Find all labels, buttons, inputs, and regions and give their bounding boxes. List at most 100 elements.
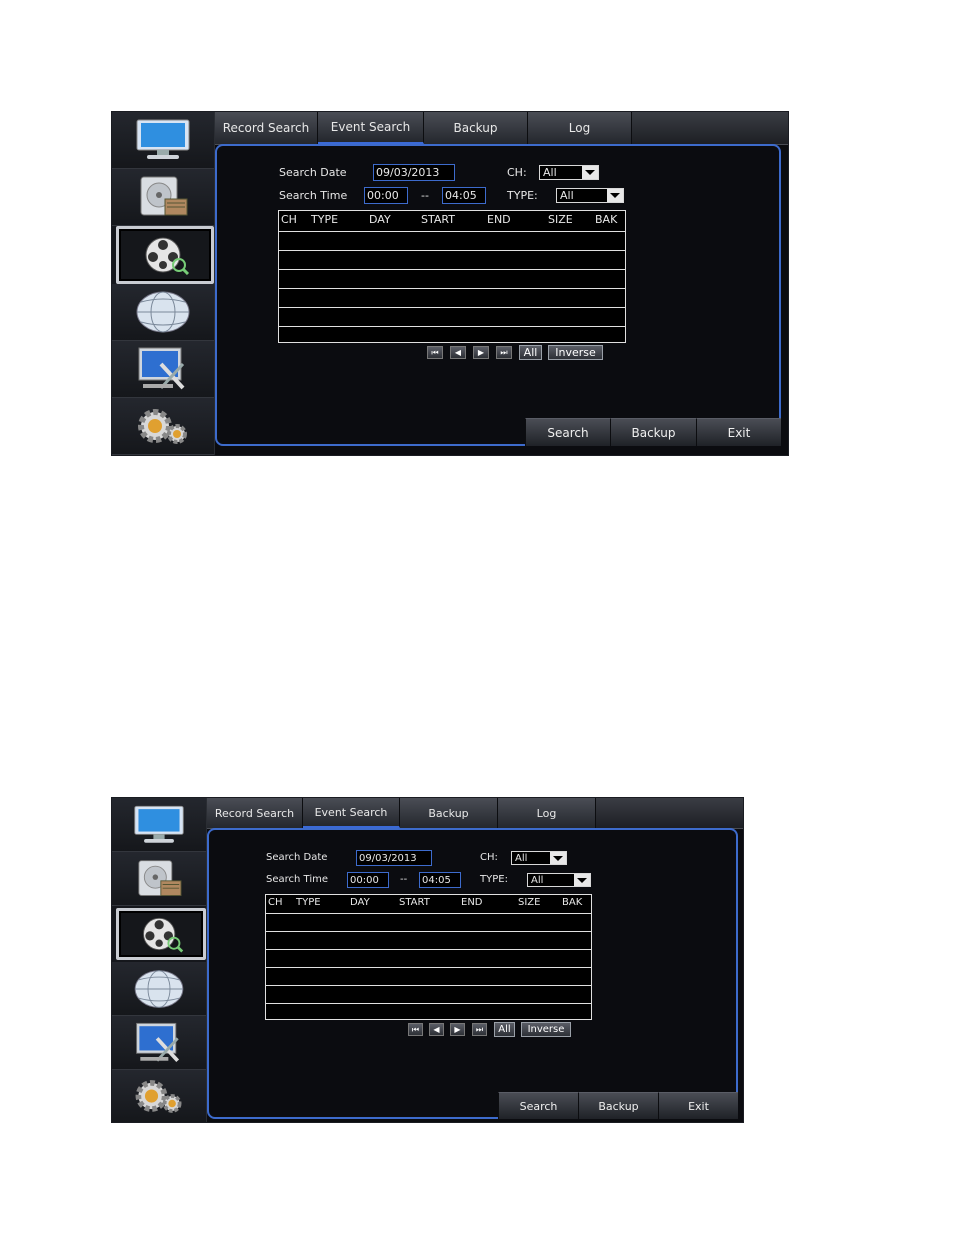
prev-page-button[interactable]: ◀ [429,1023,444,1036]
hard-disk-icon [138,859,182,896]
tab-record-search[interactable]: Record Search [215,112,318,144]
search-button[interactable]: Search [498,1092,578,1119]
type-label: TYPE: [480,874,508,885]
exit-button[interactable]: Exit [696,418,781,446]
type-select[interactable]: All [527,873,591,887]
monitor-icon [136,119,190,159]
table-row[interactable] [266,913,591,914]
table-row[interactable] [279,269,625,270]
first-page-button[interactable]: ⏮ [427,346,443,359]
prev-page-button[interactable]: ◀ [450,346,466,359]
column-header-ch: CH [268,897,283,908]
table-row[interactable] [279,231,625,232]
table-row[interactable] [279,288,625,289]
search-time-label: Search Time [266,874,329,885]
sidebar-item-system[interactable] [112,1016,206,1070]
time-start-input[interactable]: 00:00 [347,872,389,888]
table-row[interactable] [266,967,591,968]
column-header-day: DAY [369,213,391,226]
inverse-selection-button[interactable]: Inverse [521,1022,571,1037]
select-all-button[interactable]: All [519,345,542,360]
search-button[interactable]: Search [525,418,610,446]
column-header-size: SIZE [548,213,573,226]
time-end-input[interactable]: 04:05 [442,187,486,204]
search-date-label: Search Date [266,852,328,863]
backup-button[interactable]: Backup [578,1092,658,1119]
type-label: TYPE: [507,189,538,202]
next-page-button[interactable]: ▶ [473,346,489,359]
chevron-down-icon [574,874,590,886]
column-header-end: END [487,213,511,226]
column-header-type: TYPE [296,897,321,908]
sidebar-item-search[interactable] [116,908,206,960]
sidebar-item-network[interactable] [112,962,206,1016]
table-row[interactable] [266,949,591,950]
ch-select[interactable]: All [511,851,567,865]
sidebar-item-display[interactable] [112,798,206,852]
sidebar-item-advanced[interactable] [112,398,214,455]
search-date-input[interactable]: 09/03/2013 [356,850,432,866]
exit-button[interactable]: Exit [658,1092,738,1119]
search-date-input[interactable]: 09/03/2013 [373,164,455,181]
hard-disk-icon [140,176,188,216]
network-globe-icon [134,969,184,1008]
column-header-bak: BAK [595,213,618,226]
table-row[interactable] [266,1003,591,1004]
tab-backup[interactable]: Backup [424,112,528,144]
tab-log[interactable]: Log [498,798,596,828]
event-results-table: CH TYPE DAY START END SIZE BAK [265,894,592,1020]
settings-gears-icon [138,409,187,444]
action-bar: Search Backup Exit [498,1092,738,1119]
monitor-icon [134,805,184,843]
last-page-button[interactable]: ⏭ [496,346,512,359]
sidebar-item-storage[interactable] [112,852,206,906]
sidebar-item-network[interactable] [112,284,214,341]
tab-bar-filler [632,112,788,144]
film-reel-search-icon [145,237,190,275]
system-tools-icon [136,1022,180,1062]
tab-record-search[interactable]: Record Search [207,798,303,828]
time-start-input[interactable]: 00:00 [364,187,408,204]
next-page-button[interactable]: ▶ [450,1023,465,1036]
sidebar-item-search[interactable] [116,226,214,284]
chevron-down-icon [607,189,623,202]
sidebar-item-storage[interactable] [112,169,214,226]
select-all-button[interactable]: All [494,1022,515,1037]
last-page-button[interactable]: ⏭ [472,1023,487,1036]
backup-button[interactable]: Backup [610,418,696,446]
event-search-panel: Search Date 09/03/2013 CH: All Search Ti… [215,144,781,446]
search-time-label: Search Time [279,189,348,202]
time-separator: -- [421,189,429,202]
tab-bar: Record Search Event Search Backup Log [215,112,788,145]
table-row[interactable] [279,307,625,308]
table-row[interactable] [266,985,591,986]
time-separator: -- [400,874,408,885]
event-search-panel: Search Date 09/03/2013 CH: All Search Ti… [207,828,738,1119]
sidebar-item-system[interactable] [112,341,214,398]
chevron-down-icon [582,166,598,179]
film-reel-search-icon [143,917,184,953]
sidebar-item-display[interactable] [112,112,214,169]
settings-gears-icon [135,1080,182,1113]
column-header-start: START [399,897,430,908]
tab-event-search[interactable]: Event Search [318,112,424,144]
tab-backup[interactable]: Backup [400,798,498,828]
dvr-screen-bottom: Record Search Event Search Backup Log Se… [112,798,743,1122]
inverse-selection-button[interactable]: Inverse [548,345,603,360]
column-header-start: START [421,213,455,226]
type-select-value: All [560,189,574,202]
type-select-value: All [531,874,544,886]
tab-log[interactable]: Log [528,112,632,144]
first-page-button[interactable]: ⏮ [408,1023,423,1036]
ch-label: CH: [480,852,498,863]
ch-select-value: All [543,166,557,179]
sidebar-item-advanced[interactable] [112,1070,206,1122]
type-select[interactable]: All [556,188,624,203]
time-end-input[interactable]: 04:05 [419,872,461,888]
table-row[interactable] [279,250,625,251]
ch-select[interactable]: All [539,165,599,180]
tab-event-search[interactable]: Event Search [303,798,400,828]
table-row[interactable] [266,931,591,932]
table-row[interactable] [279,326,625,327]
tab-bar-filler [596,798,743,828]
